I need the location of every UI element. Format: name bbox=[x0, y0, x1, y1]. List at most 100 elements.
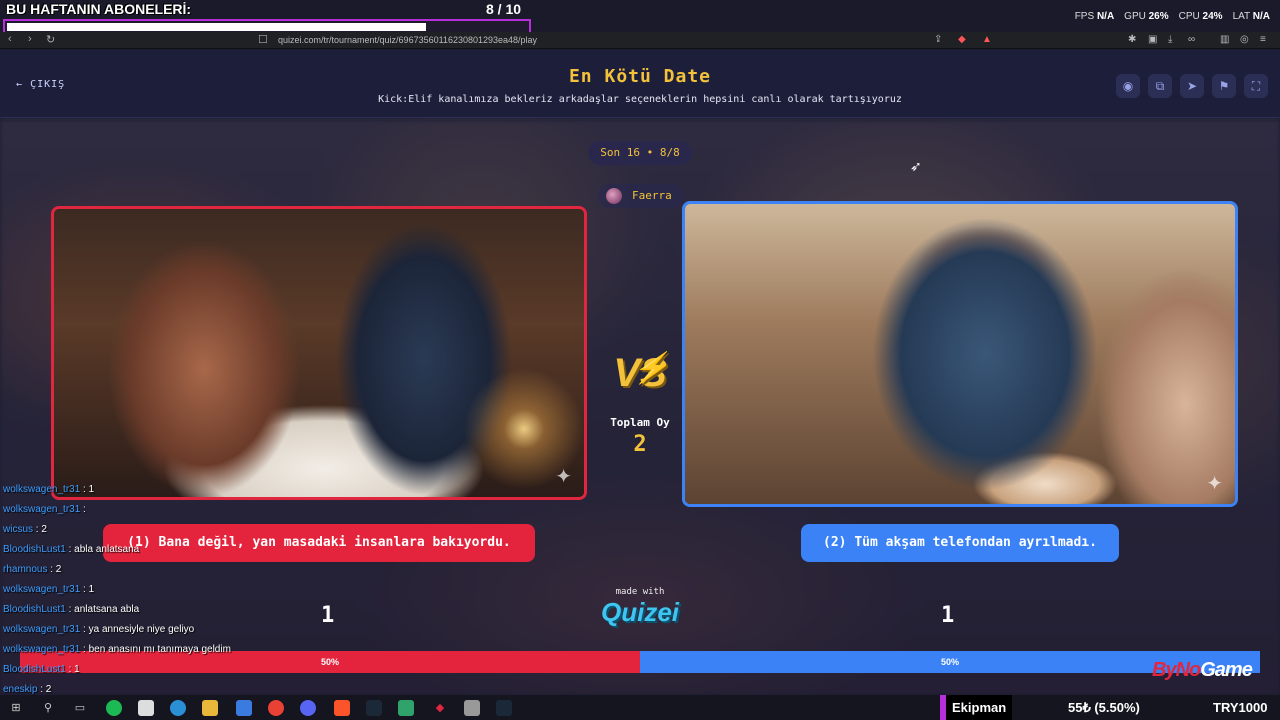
steam-icon[interactable] bbox=[366, 700, 382, 716]
valorant-icon[interactable]: ◆ bbox=[432, 700, 448, 716]
round-indicator: Son 16 • 8/8 bbox=[588, 141, 692, 165]
total-votes-value: 2 bbox=[633, 432, 647, 457]
chat-message: : 1 bbox=[83, 584, 95, 595]
chat-username[interactable]: BloodishLust1 bbox=[3, 664, 66, 675]
chat-username[interactable]: wolkswagen_tr31 bbox=[3, 644, 80, 655]
option-card-1[interactable]: ✦ bbox=[51, 206, 587, 500]
chat-line: BloodishLust1 : abla anlatsana bbox=[3, 540, 403, 560]
flag-icon[interactable]: ⚑ bbox=[1212, 74, 1236, 98]
chat-username[interactable]: eneskip bbox=[3, 684, 37, 695]
quizei-logo[interactable]: Quizei bbox=[590, 597, 690, 628]
chat-message: : abla anlatsana bbox=[68, 544, 140, 555]
chat-line: BloodishLust1 : 1 bbox=[3, 660, 403, 680]
mouse-cursor-icon: ➶ bbox=[910, 158, 922, 174]
menu-icon[interactable]: ≡ bbox=[1260, 34, 1266, 45]
subs-progress-fill bbox=[7, 23, 427, 31]
reload-icon[interactable]: ↻ bbox=[46, 33, 55, 46]
edge-icon[interactable] bbox=[170, 700, 186, 716]
chat-message: : bbox=[83, 504, 86, 515]
total-votes-label: Toplam Oy bbox=[610, 416, 670, 429]
lightning-icon: ⚡ bbox=[632, 352, 670, 385]
chat-message: : anlatsana abla bbox=[68, 604, 140, 615]
chat-line: wolkswagen_tr31 : 1 bbox=[3, 580, 403, 600]
spotify-icon[interactable] bbox=[106, 700, 122, 716]
browser-toolbar: ‹ › ↻ ☐ quizei.com/tr/tournament/quiz/69… bbox=[0, 32, 1280, 49]
address-bar[interactable]: quizei.com/tr/tournament/quiz/6967356011… bbox=[278, 33, 998, 47]
chat-message: : ya annesiyle niye geliyo bbox=[83, 624, 195, 635]
folder-icon[interactable] bbox=[202, 700, 218, 716]
chat-username[interactable]: rhamnous bbox=[3, 564, 47, 575]
chat-message: : 1 bbox=[68, 664, 80, 675]
player-chip: Faerra bbox=[598, 184, 684, 208]
wallet-icon[interactable]: ▣ bbox=[1148, 34, 1157, 45]
sparkle-icon: ✦ bbox=[555, 466, 572, 488]
send-icon[interactable]: ➤ bbox=[1180, 74, 1204, 98]
stream-overlay-top: BU HAFTANIN ABONELERİ: 8 / 10 FPS N/A GP… bbox=[0, 0, 1280, 35]
quiz-title: En Kötü Date bbox=[568, 66, 712, 87]
price-ticker: 55₺ (5.50%) bbox=[1068, 700, 1140, 715]
exit-button[interactable]: ← ÇIKIŞ bbox=[16, 79, 65, 90]
search-icon[interactable]: ⚲ bbox=[40, 700, 56, 716]
made-with-label: made with bbox=[615, 587, 665, 597]
subs-title: BU HAFTANIN ABONELERİ: bbox=[6, 1, 192, 17]
quiz-description: Kick:Elif kanalımıza bekleriz arkadaşlar… bbox=[378, 94, 902, 105]
chat-username[interactable]: wicsus bbox=[3, 524, 33, 535]
back-arrow-icon[interactable]: ‹ bbox=[8, 33, 12, 45]
stat-gpu: GPU 26% bbox=[1124, 11, 1169, 22]
link-icon[interactable]: ∞ bbox=[1188, 34, 1195, 45]
avatar bbox=[606, 188, 622, 204]
vpn-icon[interactable]: ◎ bbox=[1240, 34, 1249, 45]
chat-username[interactable]: wolkswagen_tr31 bbox=[3, 484, 80, 495]
brave-shield-icon[interactable]: ◆ bbox=[958, 34, 966, 45]
ekipman-label: Ekipman bbox=[940, 695, 1013, 720]
app-icon[interactable] bbox=[398, 700, 414, 716]
chat-line: rhamnous : 2 bbox=[3, 560, 403, 580]
chat-message: : ben anasını mı tanımaya geldim bbox=[83, 644, 231, 655]
extensions-icon[interactable]: ✱ bbox=[1128, 34, 1136, 45]
share-icon[interactable]: ⇪ bbox=[934, 34, 942, 45]
chat-username[interactable]: BloodishLust1 bbox=[3, 544, 66, 555]
copy-icon[interactable]: ⧉ bbox=[1148, 74, 1172, 98]
sidebar-icon[interactable]: ▥ bbox=[1220, 34, 1229, 45]
chrome-icon[interactable] bbox=[268, 700, 284, 716]
chat-username[interactable]: wolkswagen_tr31 bbox=[3, 584, 80, 595]
subs-count: 8 / 10 bbox=[486, 1, 522, 17]
quiz-header: ← ÇIKIŞ En Kötü Date Kick:Elif kanalımız… bbox=[0, 50, 1280, 118]
chat-username[interactable]: BloodishLust1 bbox=[3, 604, 66, 615]
download-icon[interactable]: ⤓ bbox=[1168, 34, 1172, 45]
bynogame-logo: ByNoGame bbox=[1152, 659, 1253, 681]
chat-line: wicsus : 2 bbox=[3, 520, 403, 540]
eye-icon[interactable]: ◉ bbox=[1116, 74, 1140, 98]
windows-start-icon[interactable]: ⊞ bbox=[8, 700, 24, 716]
perf-stats: FPS N/A GPU 26% CPU 24% LAT N/A bbox=[1075, 11, 1270, 22]
stat-cpu: CPU 24% bbox=[1178, 11, 1223, 22]
chat-message: : 2 bbox=[50, 564, 62, 575]
answer-button-2[interactable]: (2) Tüm akşam telefondan ayrılmadı. bbox=[801, 524, 1119, 562]
fullscreen-icon[interactable]: ⛶ bbox=[1244, 74, 1268, 98]
stat-fps: FPS N/A bbox=[1074, 11, 1115, 22]
forward-arrow-icon[interactable]: › bbox=[28, 33, 32, 45]
discord-icon[interactable] bbox=[300, 700, 316, 716]
chat-line: wolkswagen_tr31 : ya annesiyle niye geli… bbox=[3, 620, 403, 640]
mail-icon[interactable] bbox=[236, 700, 252, 716]
option-card-2[interactable]: ✦ bbox=[682, 201, 1238, 507]
score-option-2: 1 bbox=[941, 603, 955, 628]
steam-icon[interactable] bbox=[496, 700, 512, 716]
arrow-left-icon: ← bbox=[16, 79, 24, 90]
sparkle-icon: ✦ bbox=[1206, 473, 1223, 495]
windows-taskbar: ⊞ ⚲ ▭ ◆ Ekipman 55₺ (5.50%) TRY1000 bbox=[0, 695, 1280, 720]
bookmark-icon[interactable]: ☐ bbox=[258, 33, 268, 46]
calculator-icon[interactable] bbox=[138, 700, 154, 716]
chat-message: : 1 bbox=[83, 484, 95, 495]
app-icon[interactable] bbox=[464, 700, 480, 716]
chat-line: wolkswagen_tr31 : ben anasını mı tanımay… bbox=[3, 640, 403, 660]
task-view-icon[interactable]: ▭ bbox=[72, 700, 88, 716]
option-image-1 bbox=[54, 209, 584, 497]
vs-badge: VS ⚡ bbox=[608, 348, 672, 398]
brave-icon[interactable] bbox=[334, 700, 350, 716]
chat-line: wolkswagen_tr31 : 1 bbox=[3, 480, 403, 500]
chat-username[interactable]: wolkswagen_tr31 bbox=[3, 504, 80, 515]
stream-chat: wolkswagen_tr31 : 1 wolkswagen_tr31 : wics… bbox=[3, 480, 403, 700]
chat-username[interactable]: wolkswagen_tr31 bbox=[3, 624, 80, 635]
rewards-icon[interactable]: ▲ bbox=[982, 34, 992, 45]
